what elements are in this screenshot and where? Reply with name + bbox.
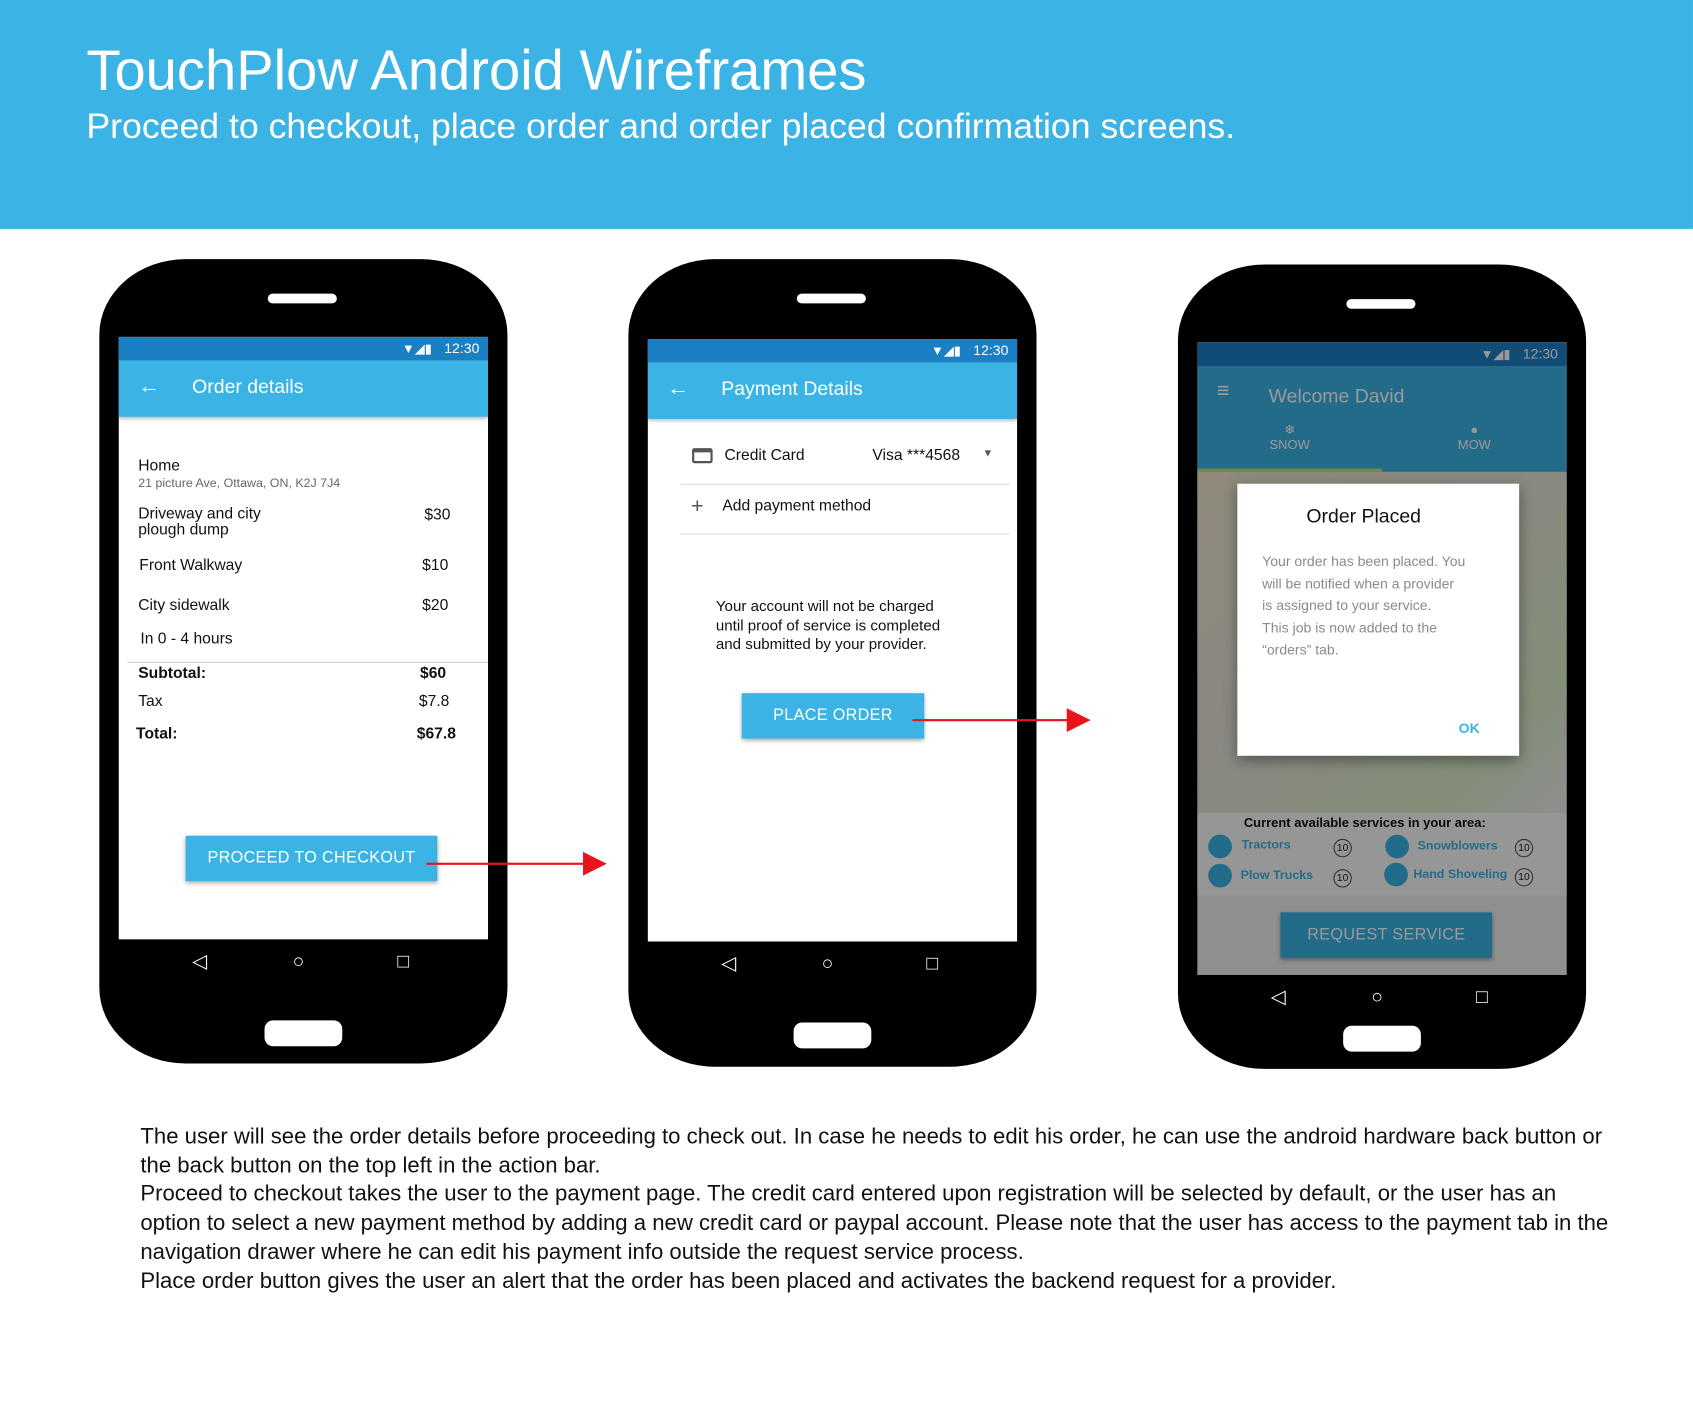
phone-order-details: ▼◢▮ 12:30 ← Order details Home 21 pictur… <box>99 259 508 1064</box>
speaker <box>267 293 337 304</box>
credit-card-icon <box>692 448 713 464</box>
app-bar: ← Payment Details <box>647 362 1018 419</box>
wifi-signal-battery-icon: ▼◢▮ <box>931 343 961 359</box>
item-name: Driveway and city plough dump <box>138 505 261 539</box>
order-placed-dialog: Order Placed Your order has been placed.… <box>1237 483 1520 756</box>
place-order-button[interactable]: PLACE ORDER <box>741 693 925 739</box>
nav-recents-icon[interactable]: □ <box>926 952 938 975</box>
nav-back-icon[interactable]: ◁ <box>1271 986 1286 1009</box>
chevron-down-icon[interactable]: ▼ <box>983 448 994 460</box>
status-bar: ▼◢▮ 12:30 <box>118 336 489 361</box>
android-nav-bar: ◁ ○ □ <box>648 941 1017 986</box>
dialog-ok-button[interactable]: OK <box>1459 720 1480 736</box>
dialog-body: Your order has been placed. You will be n… <box>1262 552 1466 658</box>
subtotal-value: $60 <box>420 665 447 683</box>
item-price: $20 <box>422 597 449 615</box>
payment-details-screen: ▼◢▮ 12:30 ← Payment Details Credit Card … <box>647 339 1018 942</box>
description-paragraph: Proceed to checkout takes the user to th… <box>140 1181 1609 1265</box>
status-bar: ▼◢▮ 12:30 <box>647 339 1018 363</box>
nav-recents-icon[interactable]: □ <box>1476 986 1488 1009</box>
hardware-home-button[interactable] <box>793 1022 872 1049</box>
status-time: 12:30 <box>973 342 1009 359</box>
description: The user will see the order details befo… <box>140 1123 1608 1296</box>
back-arrow-icon[interactable]: ← <box>138 375 160 400</box>
divider <box>680 533 1010 535</box>
order-details-screen: ▼◢▮ 12:30 ← Order details Home 21 pictur… <box>118 336 489 940</box>
order-placed-screen: ▼◢▮ 12:30 ≡ Welcome David ❄ SNOW ● MOW Cur… <box>1197 342 1567 975</box>
add-payment-method-link[interactable]: Add payment method <box>722 498 871 515</box>
back-arrow-icon[interactable]: ← <box>667 377 689 402</box>
speaker <box>1346 299 1416 309</box>
item-price: $10 <box>422 557 449 575</box>
description-paragraph: The user will see the order details befo… <box>140 1123 1603 1178</box>
item-name: Front Walkway <box>139 557 243 575</box>
subtotal-label: Subtotal: <box>138 665 207 683</box>
android-nav-bar: ◁ ○ □ <box>1197 975 1566 1020</box>
nav-recents-icon[interactable]: □ <box>397 950 409 973</box>
android-nav-bar: ◁ ○ □ <box>119 939 488 984</box>
nav-home-icon[interactable]: ○ <box>822 952 834 975</box>
description-paragraph: Place order button gives the user an ale… <box>140 1268 1337 1293</box>
item-name: City sidewalk <box>138 597 230 615</box>
nav-home-icon[interactable]: ○ <box>293 950 305 973</box>
charge-notice: Your account will not be charged until pr… <box>715 597 941 653</box>
wifi-signal-battery-icon: ▼◢▮ <box>401 341 432 357</box>
page-subtitle: Proceed to checkout, place order and ord… <box>86 105 1236 146</box>
payment-method-select[interactable]: Visa ***4568 <box>872 447 960 464</box>
hardware-home-button[interactable] <box>264 1020 343 1047</box>
divider <box>680 483 1010 485</box>
plus-icon[interactable]: + <box>691 495 704 520</box>
header-banner: TouchPlow Android Wireframes Proceed to … <box>0 0 1693 229</box>
page-title: TouchPlow Android Wireframes <box>86 39 867 103</box>
nav-back-icon[interactable]: ◁ <box>721 952 736 975</box>
proceed-to-checkout-button[interactable]: PROCEED TO CHECKOUT <box>185 835 438 882</box>
divider <box>127 661 489 663</box>
address-label: Home <box>138 457 180 476</box>
tax-value: $7.8 <box>418 693 450 711</box>
tax-label: Tax <box>138 693 163 711</box>
eta: In 0 - 4 hours <box>140 630 233 648</box>
speaker <box>796 293 866 304</box>
status-time: 12:30 <box>444 340 480 357</box>
phone-payment-details: ▼◢▮ 12:30 ← Payment Details Credit Card … <box>628 259 1037 1067</box>
app-bar-title: Order details <box>192 375 304 398</box>
nav-home-icon[interactable]: ○ <box>1371 986 1383 1009</box>
hardware-home-button[interactable] <box>1343 1025 1421 1052</box>
flow-arrow <box>426 851 607 876</box>
flow-arrow <box>912 708 1091 733</box>
app-bar: ← Order details <box>118 360 489 417</box>
address: 21 picture Ave, Ottawa, ON, K2J 7J4 <box>138 477 341 491</box>
phone-order-placed: ▼◢▮ 12:30 ≡ Welcome David ❄ SNOW ● MOW Cur… <box>1177 264 1587 1069</box>
dialog-title: Order Placed <box>1306 505 1421 527</box>
payment-method-label: Credit Card <box>724 446 805 465</box>
app-bar-title: Payment Details <box>721 377 863 400</box>
nav-back-icon[interactable]: ◁ <box>192 950 207 973</box>
total-label: Total: <box>136 725 178 743</box>
total-value: $67.8 <box>416 725 456 743</box>
item-price: $30 <box>424 506 451 524</box>
